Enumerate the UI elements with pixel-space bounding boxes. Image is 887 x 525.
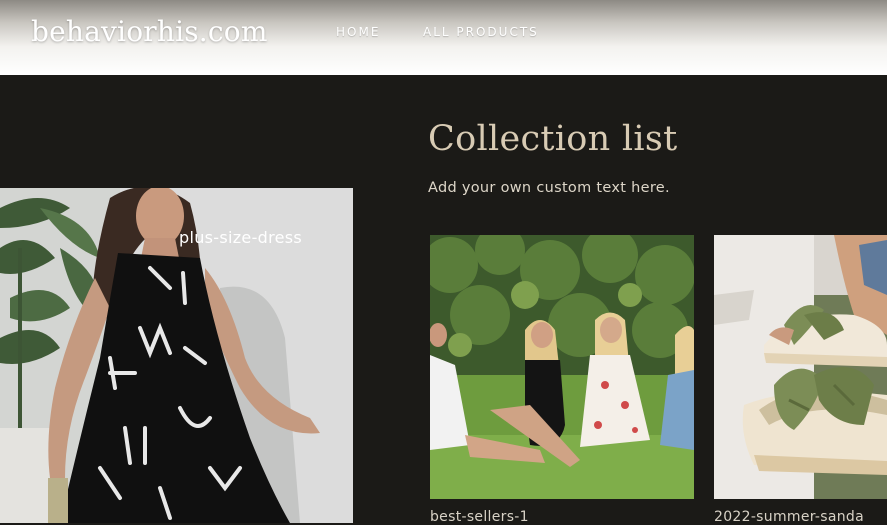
collection-list-subtitle: Add your own custom text here. [428, 180, 670, 196]
women-on-grass-photo [430, 235, 694, 499]
featured-collection-label[interactable]: plus-size-dress [179, 228, 302, 247]
site-header: behaviorhis.com HOME ALL PRODUCTS [0, 0, 887, 75]
nav-all-products-link[interactable]: ALL PRODUCTS [423, 25, 539, 39]
collection-card-best-sellers[interactable] [430, 235, 694, 499]
site-logo[interactable]: behaviorhis.com [31, 15, 268, 48]
collection-card-summer-sandals[interactable] [714, 235, 887, 499]
nav-home-link[interactable]: HOME [336, 25, 380, 39]
collection-list-title: Collection list [428, 119, 678, 159]
sandals-photo [714, 235, 887, 499]
